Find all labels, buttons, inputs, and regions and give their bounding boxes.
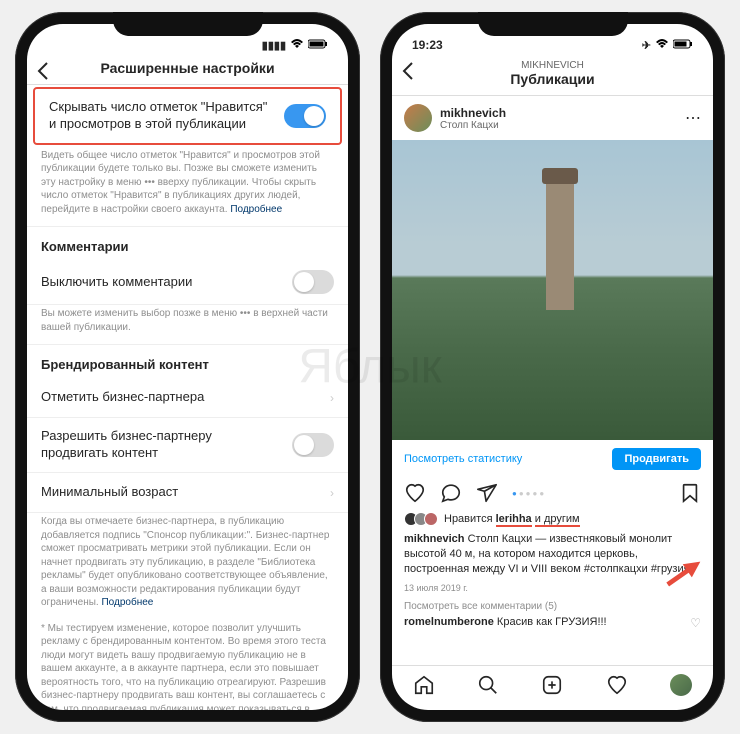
branded-section-title: Брендированный контент <box>27 345 348 378</box>
highlight-box: Скрывать число отметок "Нравится" и прос… <box>33 87 342 145</box>
post-screen: 19:23 ✈ MIKHNEVICH Публикации <box>392 24 713 710</box>
bookmark-icon[interactable] <box>679 482 701 504</box>
stats-row: Посмотреть статистику Продвигать <box>392 440 713 478</box>
hide-likes-toggle[interactable] <box>284 104 326 128</box>
signal-icon: ▮▮▮▮ <box>262 39 286 52</box>
back-button[interactable] <box>402 62 413 80</box>
avatar[interactable] <box>404 104 432 132</box>
learn-more-link[interactable]: Подробнее <box>101 597 153 608</box>
post-photo[interactable] <box>392 140 713 440</box>
likes-row[interactable]: Нравится lerihha и другим <box>392 510 713 528</box>
learn-more-link[interactable]: Подробнее <box>230 204 282 215</box>
back-button[interactable] <box>37 62 48 80</box>
battery-icon <box>673 39 693 52</box>
hide-likes-row[interactable]: Скрывать число отметок "Нравится" и прос… <box>35 89 340 143</box>
allow-promote-toggle[interactable] <box>292 433 334 457</box>
more-icon[interactable]: ⋯ <box>685 108 701 128</box>
settings-screen: ▮▮▮▮ Расширенные настройки Скрывать числ… <box>27 24 348 710</box>
disable-comments-row[interactable]: Выключить комментарии <box>27 260 348 305</box>
navbar: MIKHNEVICH Публикации <box>392 54 713 96</box>
home-icon[interactable] <box>413 674 435 696</box>
tag-partner-label: Отметить бизнес-партнера <box>41 389 204 406</box>
liked-by-user: lerihha <box>496 513 532 527</box>
hide-likes-label: Скрывать число отметок "Нравится" и прос… <box>49 99 274 133</box>
new-post-icon[interactable] <box>541 674 563 696</box>
phone-right: 19:23 ✈ MIKHNEVICH Публикации <box>380 12 725 722</box>
status-icons: ✈ <box>642 39 693 52</box>
profile-nav-icon[interactable] <box>670 674 692 696</box>
nav-title: Публикации <box>392 71 713 87</box>
allow-promote-row[interactable]: Разрешить бизнес-партнеру продвигать кон… <box>27 418 348 473</box>
promote-button[interactable]: Продвигать <box>612 448 701 470</box>
branded-helper: Когда вы отмечаете бизнес-партнера, в пу… <box>27 513 348 620</box>
hide-likes-helper: Видеть общее число отметок "Нравится" и … <box>27 147 348 227</box>
battery-icon <box>308 39 328 52</box>
disable-comments-label: Выключить комментарии <box>41 274 192 291</box>
status-icons: ▮▮▮▮ <box>262 39 328 52</box>
like-avatars <box>404 512 438 526</box>
post-header: mikhnevich Столп Кацхи ⋯ <box>392 96 713 140</box>
post-date: 13 июля 2019 г. <box>392 581 713 595</box>
like-icon[interactable] <box>404 482 426 504</box>
view-comments-link[interactable]: Посмотреть все комментарии (5) <box>392 595 713 614</box>
min-age-label: Минимальный возраст <box>41 484 178 501</box>
status-time: 19:23 <box>412 38 443 52</box>
disable-comments-toggle[interactable] <box>292 270 334 294</box>
wifi-icon <box>290 39 304 52</box>
phone-left: ▮▮▮▮ Расширенные настройки Скрывать числ… <box>15 12 360 722</box>
search-nav-icon[interactable] <box>477 674 499 696</box>
chevron-right-icon: › <box>330 486 334 500</box>
view-stats-link[interactable]: Посмотреть статистику <box>404 453 522 465</box>
min-age-row[interactable]: Минимальный возраст › <box>27 473 348 513</box>
airplane-icon: ✈ <box>642 39 651 52</box>
comments-helper: Вы можете изменить выбор позже в меню ••… <box>27 305 348 344</box>
comment-like-icon[interactable]: ♡ <box>690 616 701 630</box>
bottom-nav <box>392 665 713 710</box>
test-helper: * Мы тестируем изменение, которое позвол… <box>27 620 348 710</box>
comment-row: romelnumberone Красив как ГРУЗИЯ!!! ♡ <box>392 614 713 632</box>
navbar: Расширенные настройки <box>27 54 348 85</box>
tag-partner-row[interactable]: Отметить бизнес-партнера › <box>27 378 348 418</box>
carousel-dots: ●●●●● <box>512 489 665 498</box>
chevron-right-icon: › <box>330 391 334 405</box>
post-caption: mikhnevich Столп Кацхи — известняковый м… <box>392 528 713 581</box>
notch <box>478 12 628 36</box>
share-icon[interactable] <box>476 482 498 504</box>
comments-section-title: Комментарии <box>27 227 348 260</box>
allow-promote-label: Разрешить бизнес-партнеру продвигать кон… <box>41 428 282 462</box>
action-icons: ●●●●● <box>392 478 713 510</box>
page-title: Расширенные настройки <box>27 60 348 76</box>
nav-subtitle: MIKHNEVICH <box>392 60 713 71</box>
post-username[interactable]: mikhnevich <box>440 106 506 120</box>
wifi-icon <box>655 39 669 52</box>
activity-icon[interactable] <box>606 674 628 696</box>
pillar-shape <box>546 178 574 310</box>
notch <box>113 12 263 36</box>
comment-icon[interactable] <box>440 482 462 504</box>
post-location[interactable]: Столп Кацхи <box>440 120 506 131</box>
